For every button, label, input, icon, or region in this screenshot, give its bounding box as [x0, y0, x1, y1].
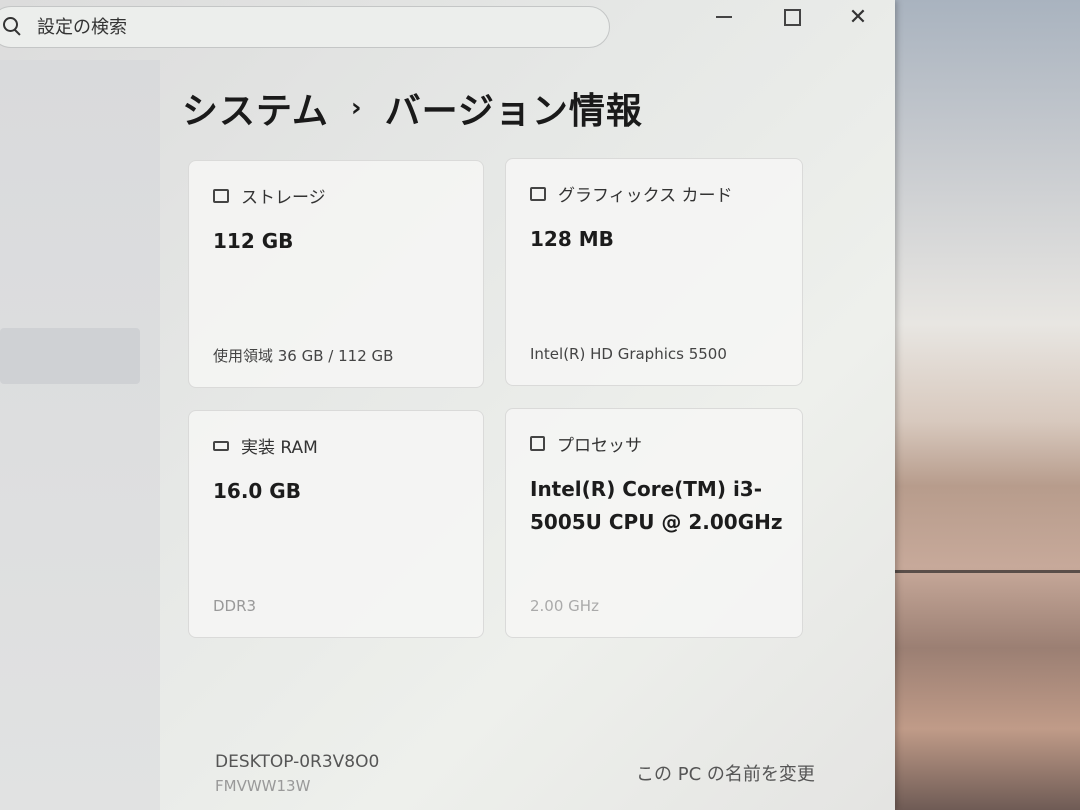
search-icon — [3, 17, 23, 37]
storage-card-title: ストレージ — [213, 183, 326, 208]
device-name: DESKTOP-0R3V8O0 — [215, 752, 380, 772]
processor-card-title: プロセッサ — [530, 431, 642, 456]
search-input[interactable] — [35, 15, 539, 39]
ram-icon — [213, 440, 229, 451]
minimize-icon — [716, 16, 732, 18]
ram-type: DDR3 — [213, 597, 257, 615]
storage-value: 112 GB — [213, 229, 294, 253]
breadcrumb-parent[interactable]: システム — [182, 82, 329, 134]
storage-title-label: ストレージ — [241, 188, 326, 208]
ram-title-label: 実装 RAM — [241, 438, 318, 458]
chevron-right-icon: › — [350, 93, 363, 123]
rename-pc-button[interactable]: この PC の名前を変更 — [636, 760, 815, 786]
ram-card-title: 実装 RAM — [213, 433, 318, 458]
wallpaper-horizon — [880, 570, 1080, 573]
graphics-card: グラフィックス カード 128 MB Intel(R) HD Graphics … — [505, 158, 803, 386]
breadcrumb: システム › バージョン情報 — [182, 82, 643, 134]
desktop-wallpaper — [880, 0, 1080, 810]
storage-card: ストレージ 112 GB 使用領域 36 GB / 112 GB — [188, 160, 484, 388]
search-box[interactable] — [0, 6, 610, 48]
processor-title-label: プロセッサ — [557, 436, 642, 456]
minimize-button[interactable] — [704, 4, 744, 30]
maximize-button[interactable] — [772, 4, 812, 30]
graphics-model: Intel(R) HD Graphics 5500 — [530, 345, 727, 363]
device-model: FMVWW13W — [215, 777, 311, 795]
processor-icon — [530, 436, 545, 451]
sidebar-selected-item[interactable] — [0, 328, 140, 384]
processor-speed: 2.00 GHz — [530, 597, 599, 615]
storage-usage: 使用領域 36 GB / 112 GB — [213, 347, 394, 365]
graphics-card-icon — [530, 186, 546, 201]
settings-window: ✕ システム › バージョン情報 ストレージ 112 GB 使用領域 36 GB… — [0, 0, 895, 810]
processor-card: プロセッサ Intel(R) Core(TM) i3-5005U CPU @ 2… — [505, 408, 803, 638]
close-button[interactable]: ✕ — [838, 4, 878, 30]
graphics-card-title: グラフィックス カード — [530, 181, 733, 206]
graphics-value: 128 MB — [530, 227, 614, 251]
ram-value: 16.0 GB — [213, 479, 301, 503]
maximize-icon — [783, 8, 801, 26]
storage-icon — [213, 188, 229, 203]
ram-card: 実装 RAM 16.0 GB DDR3 — [188, 410, 484, 638]
page-title: バージョン情報 — [384, 91, 643, 132]
graphics-title-label: グラフィックス カード — [558, 186, 733, 206]
sidebar — [0, 60, 160, 810]
processor-value: Intel(R) Core(TM) i3-5005U CPU @ 2.00GHz — [530, 477, 783, 534]
